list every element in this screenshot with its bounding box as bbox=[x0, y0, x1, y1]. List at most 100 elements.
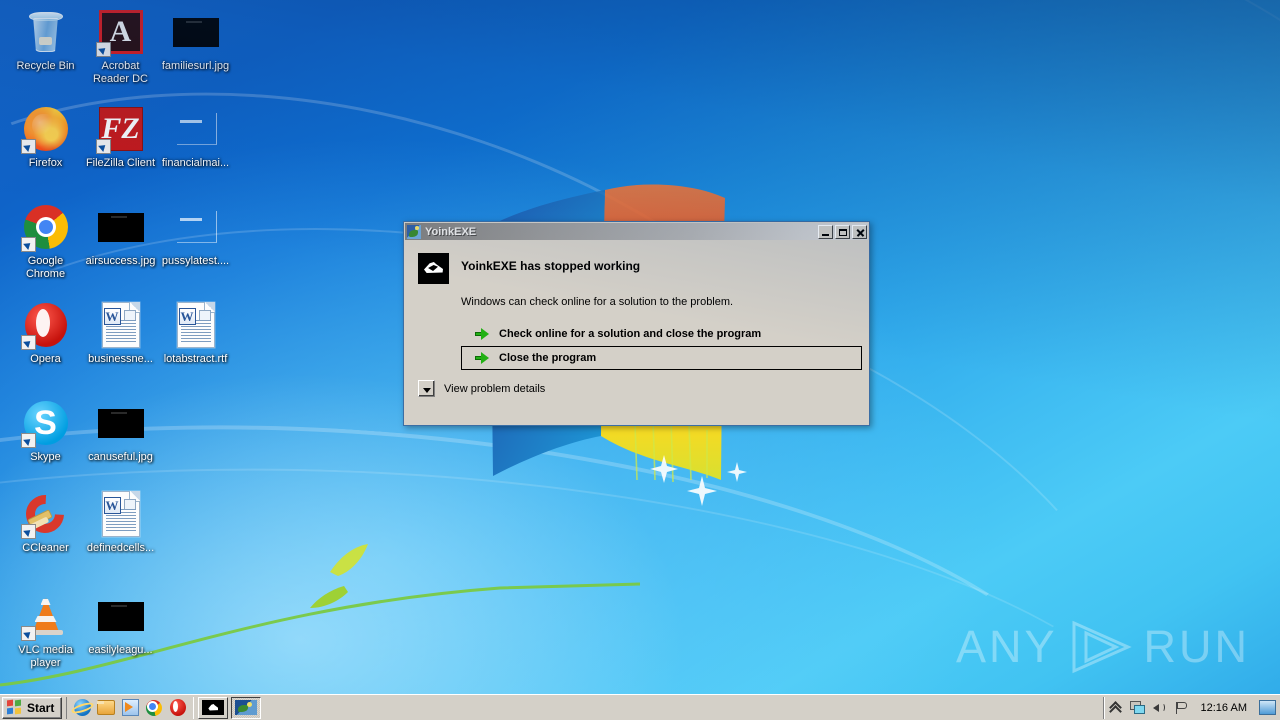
dialog-title: YoinkEXE bbox=[425, 225, 477, 238]
desktop-icon-grid[interactable]: Recycle Bin A Acrobat Reader DC familiesurl… bbox=[0, 0, 240, 690]
desktop-icon[interactable]: Wdefinedcells... bbox=[83, 490, 158, 555]
shortcut-overlay-icon bbox=[20, 237, 36, 252]
desktop-icon-label: businessne... bbox=[88, 353, 153, 365]
desktop-icon-label: Opera bbox=[30, 353, 61, 365]
show-desktop-button[interactable] bbox=[1259, 700, 1276, 715]
close-button[interactable] bbox=[852, 224, 867, 239]
desktop-icon-label: Firefox bbox=[28, 157, 63, 169]
desktop-icon-label: lotabstract.rtf bbox=[163, 353, 228, 365]
desktop-icon[interactable]: Opera bbox=[8, 301, 83, 366]
desktop-icon-label: Acrobat Reader DC bbox=[92, 60, 149, 85]
image-thumbnail-icon bbox=[172, 17, 219, 47]
quicklaunch-google-chrome[interactable] bbox=[143, 698, 165, 718]
desktop-icon[interactable]: S Skype bbox=[8, 399, 83, 464]
desktop-icon-label: pussylatest.... bbox=[161, 255, 230, 267]
desktop-icon-label: CCleaner bbox=[22, 542, 69, 554]
view-problem-details-label: View problem details bbox=[444, 382, 546, 395]
minimize-button[interactable] bbox=[818, 224, 833, 239]
watermark-right-text: RUN bbox=[1143, 621, 1250, 672]
image-thumbnail-icon bbox=[97, 601, 144, 631]
quicklaunch-windows-media-player[interactable] bbox=[119, 698, 141, 718]
quicklaunch-internet-explorer[interactable] bbox=[71, 698, 93, 718]
watermark-left-text: ANY bbox=[955, 621, 1058, 672]
desktop-icon-label: Google Chrome bbox=[25, 255, 66, 280]
shortcut-overlay-icon bbox=[20, 139, 36, 154]
stopped-working-icon bbox=[418, 253, 449, 284]
green-arrow-icon bbox=[475, 327, 489, 341]
document-thumbnail-icon bbox=[173, 210, 219, 244]
desktop-icon-label: easilyleagu... bbox=[88, 644, 153, 656]
problem-reporting-icon bbox=[235, 700, 258, 715]
chevron-down-icon[interactable] bbox=[418, 380, 435, 397]
desktop[interactable]: Recycle Bin A Acrobat Reader DC familiesurl… bbox=[0, 0, 1280, 720]
image-thumbnail-icon bbox=[97, 212, 144, 242]
check-online-option[interactable]: Check online for a solution and close th… bbox=[461, 322, 855, 346]
dialog-heading: YoinkEXE has stopped working bbox=[461, 259, 641, 273]
recycle-bin-icon bbox=[28, 11, 63, 53]
action-center-flag-icon[interactable] bbox=[1174, 700, 1189, 715]
desktop-icon[interactable]: financialmai... bbox=[158, 105, 233, 170]
taskbar[interactable]: Start 12:16 AM bbox=[0, 694, 1280, 720]
show-hidden-icons-icon[interactable] bbox=[1108, 700, 1123, 715]
desktop-icon[interactable]: Wlotabstract.rtf bbox=[158, 301, 233, 366]
error-dialog[interactable]: YoinkEXE YoinkEXE has stopped working Wi… bbox=[403, 221, 870, 426]
start-button-label: Start bbox=[27, 700, 55, 715]
network-icon[interactable] bbox=[1129, 700, 1145, 715]
desktop-icon[interactable]: Firefox bbox=[8, 105, 83, 170]
task-button-group[interactable] bbox=[198, 696, 262, 719]
dialog-titlebar[interactable]: YoinkEXE bbox=[405, 223, 868, 240]
quicklaunch-opera[interactable] bbox=[167, 698, 189, 718]
taskbar-button-problem-reporting[interactable] bbox=[231, 696, 262, 719]
desktop-icon-label: Skype bbox=[30, 451, 61, 463]
desktop-icon[interactable]: familiesurl.jpg bbox=[158, 8, 233, 73]
word-document-icon: W bbox=[176, 302, 215, 348]
dialog-header: YoinkEXE has stopped working bbox=[418, 253, 855, 284]
start-button[interactable]: Start bbox=[2, 696, 63, 719]
word-document-icon: W bbox=[101, 491, 140, 537]
close-program-option[interactable]: Close the program bbox=[461, 346, 862, 370]
desktop-icon-label: canuseful.jpg bbox=[88, 451, 153, 463]
desktop-icon[interactable]: Google Chrome bbox=[8, 203, 83, 280]
desktop-icon-label: VLC media player bbox=[18, 644, 73, 669]
shortcut-overlay-icon bbox=[95, 139, 111, 154]
desktop-icon-label: familiesurl.jpg bbox=[161, 60, 230, 72]
desktop-icon[interactable]: A Acrobat Reader DC bbox=[83, 8, 158, 85]
desktop-icon-label: definedcells... bbox=[86, 542, 155, 554]
app-icon bbox=[407, 224, 421, 239]
desktop-icon[interactable]: Wbusinessne... bbox=[83, 301, 158, 366]
shortcut-overlay-icon bbox=[20, 433, 36, 448]
maximize-button[interactable] bbox=[835, 224, 850, 239]
taskbar-button-yoinkexe[interactable] bbox=[198, 696, 229, 719]
anyrun-watermark: ANY RUN bbox=[956, 619, 1250, 675]
desktop-icon[interactable]: airsuccess.jpg bbox=[83, 203, 158, 268]
shortcut-overlay-icon bbox=[20, 335, 36, 350]
document-thumbnail-icon bbox=[173, 112, 219, 146]
desktop-icon-label: FileZilla Client bbox=[85, 157, 156, 169]
desktop-icon-label: financialmai... bbox=[161, 157, 230, 169]
word-document-icon: W bbox=[101, 302, 140, 348]
volume-icon[interactable] bbox=[1152, 700, 1167, 715]
shortcut-overlay-icon bbox=[20, 626, 36, 641]
dialog-body: YoinkEXE has stopped working Windows can… bbox=[404, 241, 869, 409]
yoinkexe-icon bbox=[202, 700, 225, 715]
clock[interactable]: 12:16 AM bbox=[1196, 702, 1252, 714]
desktop-icon[interactable]: pussylatest.... bbox=[158, 203, 233, 268]
desktop-icon[interactable]: CCleaner bbox=[8, 487, 83, 555]
desktop-icon[interactable]: Recycle Bin bbox=[8, 8, 83, 73]
desktop-icon-label: Recycle Bin bbox=[16, 60, 75, 72]
check-online-label: Check online for a solution and close th… bbox=[499, 328, 762, 340]
shortcut-overlay-icon bbox=[95, 42, 111, 57]
desktop-icon[interactable]: FZ FileZilla Client bbox=[83, 105, 158, 170]
desktop-icon[interactable]: canuseful.jpg bbox=[83, 399, 158, 464]
quicklaunch-folder[interactable] bbox=[95, 698, 117, 718]
green-arrow-icon bbox=[475, 351, 489, 365]
dialog-options[interactable]: Check online for a solution and close th… bbox=[461, 322, 862, 370]
desktop-icon[interactable]: easilyleagu... bbox=[83, 592, 158, 657]
close-program-label: Close the program bbox=[499, 352, 597, 364]
system-tray[interactable]: 12:16 AM bbox=[1102, 696, 1280, 719]
shortcut-overlay-icon bbox=[20, 524, 36, 539]
desktop-icon[interactable]: VLC media player bbox=[8, 592, 83, 669]
play-triangle-icon bbox=[1072, 620, 1132, 674]
view-problem-details-row[interactable]: View problem details bbox=[418, 380, 545, 397]
quick-launch-bar[interactable] bbox=[66, 696, 195, 719]
